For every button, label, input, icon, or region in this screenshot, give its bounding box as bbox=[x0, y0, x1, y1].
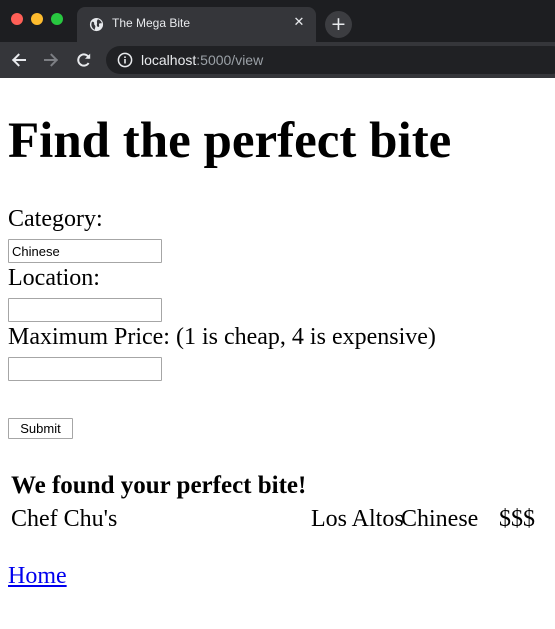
restaurant-category: Chinese bbox=[401, 506, 479, 532]
tab-title: The Mega Bite bbox=[112, 16, 191, 30]
close-window-button[interactable] bbox=[11, 13, 23, 25]
forward-arrow-icon[interactable] bbox=[41, 50, 61, 70]
location-label: Location: bbox=[8, 265, 100, 291]
new-tab-button[interactable]: + bbox=[325, 11, 352, 38]
max-price-input[interactable] bbox=[8, 357, 162, 381]
url-text[interactable]: localhost:5000/view bbox=[141, 52, 263, 68]
tab-strip: The Mega Bite ✕ + bbox=[0, 0, 555, 42]
home-link[interactable]: Home bbox=[8, 562, 67, 590]
submit-button[interactable]: Submit bbox=[8, 418, 73, 439]
browser-tab[interactable]: The Mega Bite ✕ bbox=[77, 7, 316, 42]
info-icon[interactable] bbox=[117, 52, 133, 68]
page-content: Find the perfect bite Category: Location… bbox=[0, 78, 555, 629]
back-arrow-icon[interactable] bbox=[9, 50, 29, 70]
plus-icon: + bbox=[330, 13, 347, 35]
reload-icon[interactable] bbox=[74, 50, 94, 70]
maximize-window-button[interactable] bbox=[51, 13, 63, 25]
address-bar[interactable]: localhost:5000/view bbox=[106, 46, 555, 74]
results-title: We found your perfect bite! bbox=[11, 472, 307, 499]
restaurant-location: Los Altos bbox=[311, 506, 404, 532]
max-price-label: Maximum Price: (1 is cheap, 4 is expensi… bbox=[8, 324, 436, 350]
minimize-window-button[interactable] bbox=[31, 13, 43, 25]
restaurant-name: Chef Chu's bbox=[11, 506, 118, 532]
globe-icon bbox=[89, 17, 104, 32]
restaurant-price: $$$ bbox=[499, 506, 535, 532]
page-title: Find the perfect bite bbox=[8, 113, 452, 169]
url-path: :5000/view bbox=[196, 52, 264, 68]
browser-chrome: The Mega Bite ✕ + localhost:5000/view bbox=[0, 0, 555, 78]
browser-toolbar: localhost:5000/view bbox=[0, 42, 555, 78]
category-label: Category: bbox=[8, 206, 103, 232]
close-icon[interactable]: ✕ bbox=[292, 15, 306, 31]
url-host: localhost bbox=[141, 52, 197, 68]
location-input[interactable] bbox=[8, 298, 162, 322]
category-input[interactable] bbox=[8, 239, 162, 263]
